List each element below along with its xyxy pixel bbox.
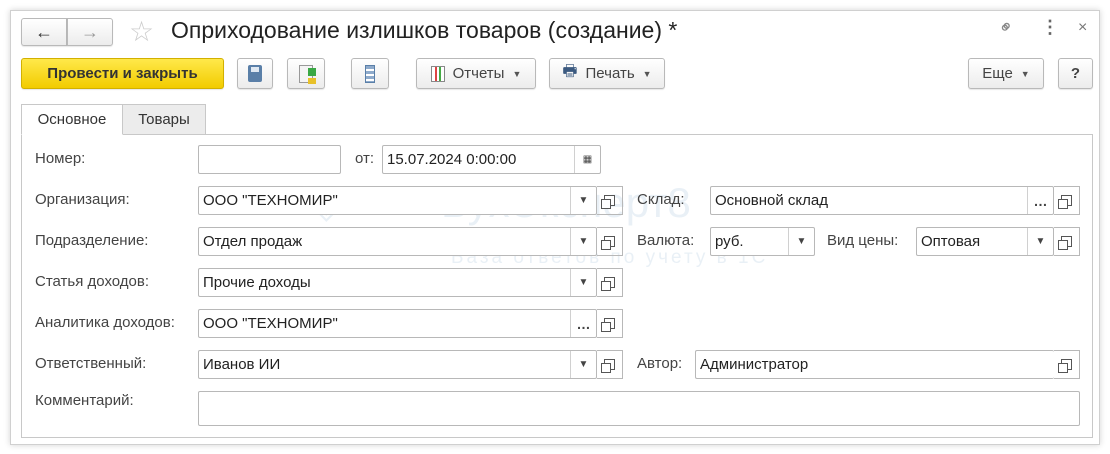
close-icon[interactable]: × bbox=[1078, 19, 1087, 37]
author-label: Автор: bbox=[637, 355, 683, 372]
date-label: от: bbox=[355, 150, 375, 167]
price-type-open-button[interactable] bbox=[1054, 227, 1080, 256]
arrow-left-icon: ← bbox=[35, 21, 53, 42]
income-analytics-field[interactable]: ООО "ТЕХНОМИР"… bbox=[198, 309, 597, 338]
calendar-icon[interactable]: ▦ bbox=[574, 146, 600, 173]
more-label: Еще bbox=[982, 65, 1013, 82]
chevron-down-icon: ▼ bbox=[642, 68, 652, 79]
reports-icon bbox=[430, 65, 445, 82]
price-type-label: Вид цены: bbox=[827, 232, 899, 249]
open-icon bbox=[1058, 236, 1072, 250]
income-analytics-label: Аналитика доходов: bbox=[35, 314, 175, 331]
chevron-down-icon: ▼ bbox=[512, 68, 522, 79]
responsible-field[interactable]: Иванов ИИ ▼ bbox=[198, 350, 597, 379]
warehouse-field[interactable]: Основной склад… bbox=[710, 186, 1054, 215]
open-icon bbox=[601, 236, 615, 250]
currency-field[interactable]: руб. ▼ bbox=[710, 227, 815, 256]
open-icon bbox=[601, 277, 615, 291]
comment-label: Комментарий: bbox=[35, 392, 134, 409]
open-icon bbox=[601, 318, 615, 332]
link-icon[interactable]: ⚭ bbox=[994, 15, 1020, 41]
department-label: Подразделение: bbox=[35, 232, 149, 249]
income-item-open-button[interactable] bbox=[597, 268, 623, 297]
income-analytics-open-button[interactable] bbox=[597, 309, 623, 338]
open-icon bbox=[1058, 359, 1072, 373]
save-button[interactable] bbox=[237, 58, 273, 89]
organization-field[interactable]: ООО "ТЕХНОМИР" ▼ bbox=[198, 186, 597, 215]
reports-label: Отчеты bbox=[452, 65, 505, 82]
page-title: Оприходование излишков товаров (создание… bbox=[171, 17, 678, 43]
chevron-down-icon[interactable]: ▼ bbox=[570, 351, 596, 378]
date-input[interactable]: 15.07.2024 0:00:00 ▦ bbox=[382, 145, 601, 174]
organization-open-button[interactable] bbox=[597, 186, 623, 215]
list-icon bbox=[365, 64, 375, 83]
document-journal-button[interactable] bbox=[351, 58, 389, 89]
print-label: Печать bbox=[585, 65, 635, 82]
organization-label: Организация: bbox=[35, 191, 130, 208]
more-menu-icon[interactable]: ⋮ bbox=[1041, 17, 1059, 38]
chevron-down-icon[interactable]: ▼ bbox=[570, 228, 596, 255]
income-item-field[interactable]: Прочие доходы ▼ bbox=[198, 268, 597, 297]
department-field[interactable]: Отдел продаж ▼ bbox=[198, 227, 597, 256]
floppy-disk-icon bbox=[248, 65, 262, 82]
author-field[interactable]: Администратор bbox=[695, 350, 1054, 379]
warehouse-open-button[interactable] bbox=[1054, 186, 1080, 215]
forward-button[interactable]: → bbox=[67, 18, 113, 46]
document-window: ← → ☆ Оприходование излишков товаров (со… bbox=[10, 10, 1100, 445]
chevron-down-icon[interactable]: ▼ bbox=[570, 269, 596, 296]
comment-input[interactable] bbox=[198, 391, 1080, 426]
open-icon bbox=[601, 195, 615, 209]
number-label: Номер: bbox=[35, 150, 86, 167]
warehouse-label: Склад: bbox=[637, 191, 685, 208]
responsible-label: Ответственный: bbox=[35, 355, 147, 372]
chevron-down-icon: ▼ bbox=[1020, 68, 1030, 79]
printer-icon: 🖶 bbox=[562, 63, 578, 80]
chevron-down-icon[interactable]: ▼ bbox=[570, 187, 596, 214]
reports-button[interactable]: Отчеты ▼ bbox=[416, 58, 536, 89]
back-button[interactable]: ← bbox=[21, 18, 67, 46]
tab-goods[interactable]: Товары bbox=[123, 104, 206, 135]
department-open-button[interactable] bbox=[597, 227, 623, 256]
open-icon bbox=[601, 359, 615, 373]
responsible-open-button[interactable] bbox=[597, 350, 623, 379]
post-button[interactable] bbox=[287, 58, 325, 89]
currency-label: Валюта: bbox=[637, 232, 695, 249]
author-open-button[interactable] bbox=[1054, 350, 1080, 379]
chevron-down-icon[interactable]: ▼ bbox=[1027, 228, 1053, 255]
print-button[interactable]: 🖶 Печать ▼ bbox=[549, 58, 665, 89]
select-ellipsis-icon[interactable]: … bbox=[1027, 187, 1053, 214]
select-ellipsis-icon[interactable]: … bbox=[570, 310, 596, 337]
arrow-right-icon: → bbox=[81, 21, 99, 42]
chevron-down-icon[interactable]: ▼ bbox=[788, 228, 814, 255]
star-icon[interactable]: ☆ bbox=[129, 15, 154, 48]
number-input[interactable] bbox=[198, 145, 341, 174]
more-button[interactable]: Еще ▼ bbox=[968, 58, 1044, 89]
help-button[interactable]: ? bbox=[1058, 58, 1093, 89]
open-icon bbox=[1058, 195, 1072, 209]
price-type-field[interactable]: Оптовая ▼ bbox=[916, 227, 1054, 256]
post-document-icon bbox=[299, 64, 316, 84]
post-and-close-button[interactable]: Провести и закрыть bbox=[21, 58, 224, 89]
income-item-label: Статья доходов: bbox=[35, 273, 150, 290]
tab-main[interactable]: Основное bbox=[21, 104, 123, 135]
